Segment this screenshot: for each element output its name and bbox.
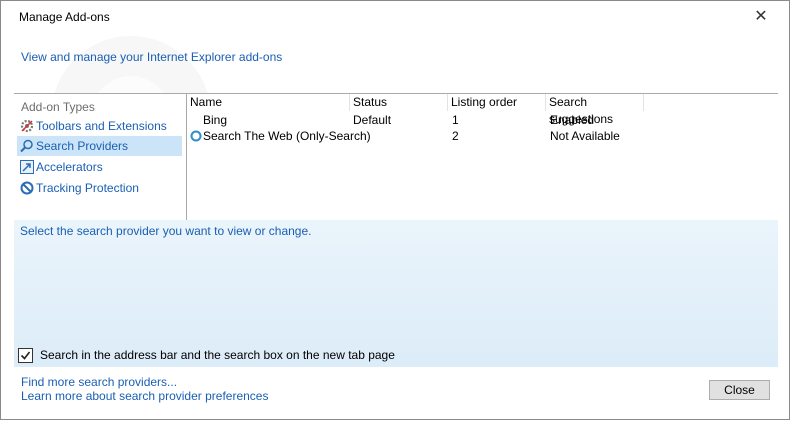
row-suggestions: Enabled (550, 113, 595, 127)
column-header-status[interactable]: Status (350, 94, 448, 111)
details-panel: Select the search provider you want to v… (14, 220, 778, 367)
checkmark-icon (20, 351, 31, 360)
close-button[interactable]: Close (709, 380, 770, 400)
manage-addons-dialog: Manage Add-ons ✕ View and manage your In… (0, 0, 790, 420)
find-more-providers-link[interactable]: Find more search providers... (21, 375, 177, 389)
sidebar-heading: Add-on Types (21, 100, 95, 114)
sidebar-item-tracking-protection[interactable]: Tracking Protection (17, 178, 182, 198)
column-header-name[interactable]: Name (187, 94, 350, 111)
search-address-bar-checkbox[interactable] (18, 348, 33, 363)
header-description-link[interactable]: View and manage your Internet Explorer a… (21, 50, 282, 64)
checkbox-label[interactable]: Search in the address bar and the search… (40, 348, 395, 362)
sidebar-item-label: Search Providers (36, 139, 129, 153)
search-providers-list: Name Status Listing order Search suggest… (187, 94, 777, 220)
window-title: Manage Add-ons (19, 10, 110, 24)
sidebar-item-toolbars-extensions[interactable]: Toolbars and Extensions (17, 116, 182, 136)
row-suggestions: Not Available (550, 129, 620, 143)
title-bar: Manage Add-ons ✕ (1, 1, 789, 31)
sidebar-item-accelerators[interactable]: Accelerators (17, 157, 182, 177)
sidebar-item-label: Accelerators (36, 160, 103, 174)
table-row[interactable]: Bing Default 1 Enabled (187, 112, 777, 128)
addons-main-area: Add-on Types Toolbars and Extensions Sea… (14, 93, 778, 221)
learn-more-link[interactable]: Learn more about search provider prefere… (21, 389, 268, 403)
row-name: Search The Web (Only-Search) (203, 129, 371, 143)
sidebar-item-label: Toolbars and Extensions (36, 119, 167, 133)
row-order: 2 (452, 129, 459, 143)
row-name: Bing (203, 113, 228, 127)
addon-types-sidebar: Add-on Types Toolbars and Extensions Sea… (14, 94, 187, 220)
search-icon (20, 139, 33, 153)
column-header-search-suggestions[interactable]: Search suggestions (546, 94, 644, 126)
close-icon[interactable]: ✕ (749, 6, 773, 28)
row-status: Default (353, 113, 392, 127)
tracking-protection-icon (20, 181, 34, 195)
sidebar-item-search-providers[interactable]: Search Providers (17, 136, 182, 156)
column-header-listing-order[interactable]: Listing order (448, 94, 546, 111)
sidebar-item-label: Tracking Protection (36, 181, 139, 195)
table-row[interactable]: Search The Web (Only-Search) 2 Not Avail… (187, 128, 777, 144)
details-description: Select the search provider you want to v… (20, 224, 312, 238)
accelerator-icon (20, 160, 34, 174)
row-order: 1 (452, 113, 459, 127)
gear-icon (20, 119, 34, 133)
provider-circle-icon (190, 130, 202, 142)
